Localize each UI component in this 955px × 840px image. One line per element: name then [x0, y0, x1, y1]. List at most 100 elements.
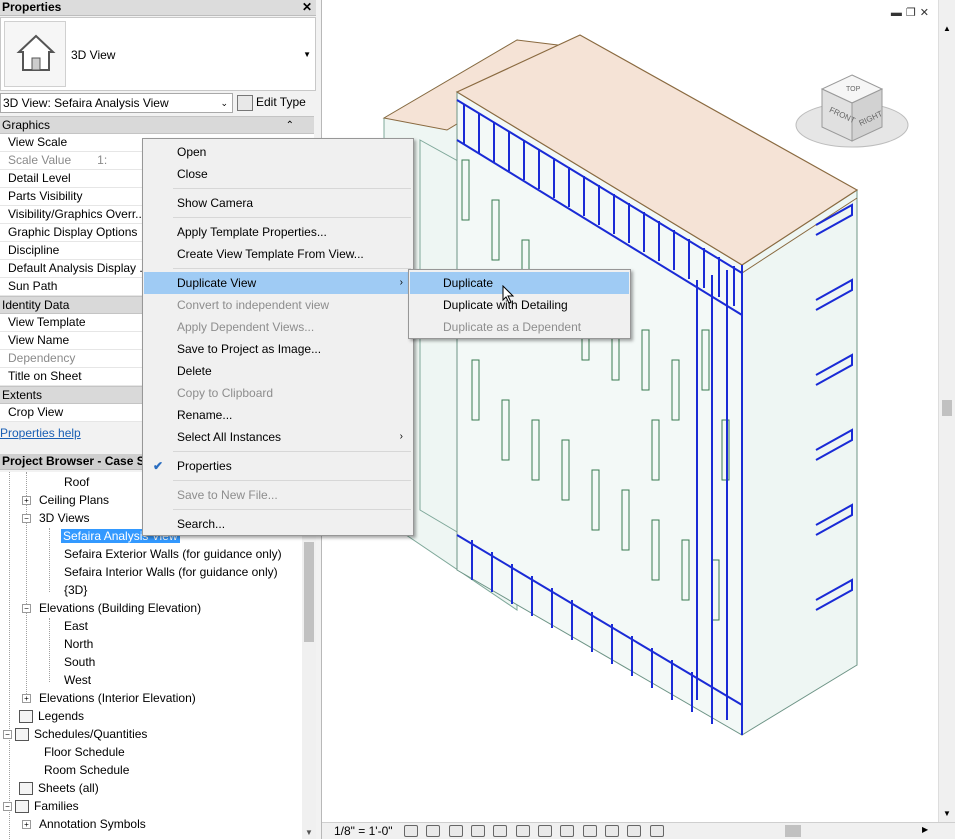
edit-type-icon: [237, 94, 253, 111]
collapse-icon[interactable]: −: [3, 730, 12, 740]
group-graphics[interactable]: Graphics ⌃: [0, 116, 314, 134]
close-icon[interactable]: ✕: [302, 0, 312, 15]
visual-style-icon[interactable]: [426, 825, 441, 837]
tree-item-ceiling-plans[interactable]: + Ceiling Plans: [22, 491, 109, 509]
viewcube-top-label[interactable]: TOP: [846, 86, 861, 93]
mouse-cursor-icon: [502, 285, 515, 304]
temporary-hide-icon[interactable]: [582, 825, 597, 837]
scrollbar-thumb[interactable]: [942, 400, 952, 416]
detail-level-icon[interactable]: [404, 825, 418, 837]
tree-item-east[interactable]: East: [64, 617, 88, 635]
menu-item-properties[interactable]: ✔ Properties: [144, 455, 412, 477]
menu-item-save-image[interactable]: Save to Project as Image...: [144, 338, 412, 360]
tree-item-sefaira-exterior[interactable]: Sefaira Exterior Walls (for guidance onl…: [64, 545, 282, 563]
tree-item-roof[interactable]: Roof: [64, 473, 89, 491]
tree-item-3d-views[interactable]: −3D Views: [22, 509, 89, 527]
menu-item-open[interactable]: Open: [144, 141, 412, 163]
family-icon: [15, 800, 29, 814]
group-label: Graphics: [2, 118, 51, 132]
menu-item-delete[interactable]: Delete: [144, 360, 412, 382]
menu-item-rename[interactable]: Rename...: [144, 404, 412, 426]
view-instance-selector[interactable]: 3D View: Sefaira Analysis View ⌄: [0, 93, 233, 113]
menu-item-create-template[interactable]: Create View Template From View...: [144, 243, 412, 265]
menu-label: Duplicate View: [177, 276, 257, 290]
menu-item-search[interactable]: Search...: [144, 513, 412, 535]
menu-item-duplicate-dependent: Duplicate as a Dependent: [443, 320, 582, 334]
shadows-icon[interactable]: [471, 825, 486, 837]
highlight-icon[interactable]: [649, 825, 664, 837]
menu-item-convert-independent: Convert to independent view: [177, 298, 330, 312]
menu-item-duplicate-detailing[interactable]: Duplicate with Detailing: [410, 294, 629, 316]
schedule-icon: [15, 728, 29, 742]
menu-item-select-all[interactable]: Select All Instances ›: [144, 426, 412, 448]
tree-item-sefaira-interior[interactable]: Sefaira Interior Walls (for guidance onl…: [64, 563, 278, 581]
duplicate-view-submenu: Duplicate Duplicate with Detailing Dupli…: [408, 269, 631, 339]
menu-label: Select All Instances: [177, 430, 282, 444]
edit-type-button[interactable]: Edit Type: [237, 93, 317, 113]
view-scale-button[interactable]: 1/8" = 1'-0": [334, 824, 393, 838]
tree-item-elevations-building[interactable]: − Elevations (Building Elevation): [22, 599, 201, 617]
viewport-window-controls[interactable]: ▬❐✕: [891, 6, 933, 19]
properties-help-link[interactable]: Properties help: [0, 426, 81, 440]
collapse-icon[interactable]: ⌃: [286, 117, 294, 134]
menu-item-close[interactable]: Close: [144, 163, 412, 185]
lock-view-icon[interactable]: [560, 825, 575, 837]
close-icon[interactable]: ✕: [920, 7, 933, 19]
building-model[interactable]: TOP FRONT RIGHT: [322, 0, 955, 822]
scroll-right-icon[interactable]: ▶: [922, 825, 928, 834]
scroll-down-icon[interactable]: ▼: [305, 828, 313, 837]
crop-view-icon[interactable]: [515, 825, 530, 837]
tree-label: Sheets (all): [38, 781, 99, 795]
analysis-icon[interactable]: [627, 825, 642, 837]
menu-item-apply-template[interactable]: Apply Template Properties...: [144, 221, 412, 243]
tree-label: Families: [34, 799, 79, 813]
collapse-icon[interactable]: −: [22, 604, 31, 614]
chevron-right-icon: ›: [399, 431, 403, 442]
dropdown-arrow-icon[interactable]: ▼: [303, 50, 311, 59]
tree-label: Ceiling Plans: [39, 493, 110, 507]
tree-label: Elevations (Interior Elevation): [39, 691, 196, 705]
properties-title: Properties: [2, 0, 62, 14]
sun-path-icon[interactable]: [448, 825, 463, 837]
tree-item-floor-schedule[interactable]: Floor Schedule: [44, 743, 125, 761]
tree-label: Legends: [38, 709, 85, 723]
collapse-icon[interactable]: −: [3, 802, 12, 812]
expand-icon[interactable]: +: [22, 820, 31, 830]
menu-item-duplicate[interactable]: Duplicate: [410, 272, 629, 294]
type-selector[interactable]: 3D View ▼: [0, 17, 316, 91]
expand-icon[interactable]: +: [22, 496, 31, 506]
group-label: Identity Data: [2, 298, 70, 312]
tree-item-north[interactable]: North: [64, 635, 93, 653]
scrollbar-thumb[interactable]: [304, 542, 314, 642]
tree-item-annotation-symbols[interactable]: + Annotation Symbols: [22, 815, 146, 833]
3d-viewport[interactable]: TOP FRONT RIGHT ▬❐✕ ▲ ▼ 1/8" = 1'-0" ▶: [322, 0, 955, 839]
tree-item-legends[interactable]: Legends: [19, 707, 84, 725]
checkmark-icon: ✔: [152, 459, 164, 473]
tree-item-sheets[interactable]: Sheets (all): [19, 779, 99, 797]
tree-item-west[interactable]: West: [64, 671, 91, 689]
render-icon[interactable]: [493, 825, 508, 837]
menu-item-duplicate-view[interactable]: Duplicate View ›: [144, 272, 412, 294]
tree-item-default-3d[interactable]: {3D}: [64, 581, 87, 599]
viewport-vertical-scrollbar[interactable]: ▲ ▼: [938, 0, 955, 822]
menu-item-show-camera[interactable]: Show Camera: [144, 192, 412, 214]
tree-item-elevations-interior[interactable]: + Elevations (Interior Elevation): [22, 689, 196, 707]
chevron-right-icon: ›: [399, 277, 403, 288]
chevron-down-icon[interactable]: ⌄: [220, 94, 228, 112]
crop-region-icon[interactable]: [538, 825, 553, 837]
tree-item-room-schedule[interactable]: Room Schedule: [44, 761, 129, 779]
scroll-up-icon[interactable]: ▲: [943, 24, 951, 33]
horizontal-scrollbar-thumb[interactable]: [785, 825, 801, 837]
tree-item-south[interactable]: South: [64, 653, 95, 671]
reveal-hidden-icon[interactable]: [605, 825, 620, 837]
tree-label: 3D Views: [39, 511, 90, 525]
scroll-down-icon[interactable]: ▼: [943, 809, 951, 818]
restore-icon[interactable]: ❐: [906, 7, 920, 19]
collapse-icon[interactable]: −: [22, 514, 31, 524]
expand-icon[interactable]: +: [22, 694, 31, 704]
edit-type-label: Edit Type: [256, 95, 306, 109]
minimize-icon[interactable]: ▬: [891, 7, 906, 19]
tree-item-families[interactable]: − Families: [3, 797, 79, 815]
context-menu: Open Close Show Camera Apply Template Pr…: [142, 138, 414, 536]
tree-item-schedules[interactable]: − Schedules/Quantities: [3, 725, 147, 743]
